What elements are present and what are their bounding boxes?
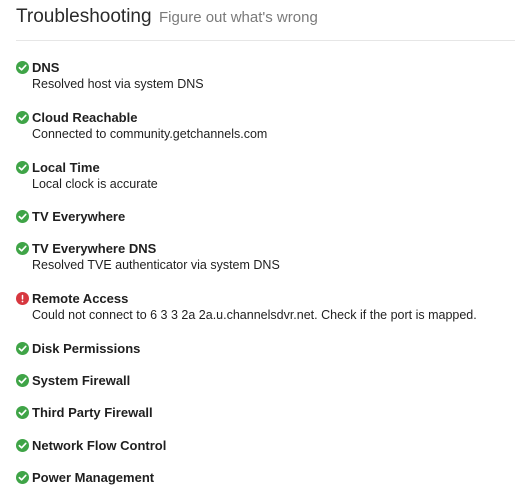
check-name: Third Party Firewall bbox=[32, 405, 153, 420]
check-circle-icon bbox=[16, 161, 29, 174]
check-detail: Local clock is accurate bbox=[32, 177, 158, 191]
check-detail: Could not connect to 6 3 3 2a 2a.u.chann… bbox=[32, 308, 477, 322]
check-name: Power Management bbox=[32, 470, 155, 485]
check-circle-icon bbox=[16, 111, 29, 124]
check-circle-icon bbox=[16, 406, 29, 419]
page-title: Troubleshooting bbox=[16, 6, 152, 27]
check-name: Disk Permissions bbox=[32, 341, 141, 356]
page-subtitle: Figure out what's wrong bbox=[159, 9, 318, 26]
check-name: Cloud Reachable bbox=[32, 110, 138, 125]
check-name: System Firewall bbox=[32, 373, 131, 388]
check-circle-icon bbox=[16, 210, 29, 223]
check-name: Remote Access bbox=[32, 291, 129, 306]
check-name: Local Time bbox=[32, 160, 100, 175]
check-name: Network Flow Control bbox=[32, 438, 167, 453]
check-name: DNS bbox=[32, 60, 60, 75]
check-circle-icon bbox=[16, 439, 29, 452]
page-header: Troubleshooting Figure out what's wrong bbox=[16, 6, 318, 28]
check-detail: Resolved TVE authenticator via system DN… bbox=[32, 258, 280, 272]
check-circle-icon bbox=[16, 471, 29, 484]
check-circle-icon bbox=[16, 374, 29, 387]
header-divider bbox=[16, 40, 515, 41]
check-name: TV Everywhere DNS bbox=[32, 241, 157, 256]
check-circle-icon bbox=[16, 342, 29, 355]
check-circle-icon bbox=[16, 242, 29, 255]
check-name: TV Everywhere bbox=[32, 209, 126, 224]
check-detail: Connected to community.getchannels.com bbox=[32, 127, 268, 141]
check-circle-icon bbox=[16, 61, 29, 74]
check-detail: Resolved host via system DNS bbox=[32, 77, 204, 91]
error-circle-icon bbox=[16, 292, 29, 305]
troubleshooting-panel: Troubleshooting Figure out what's wrong … bbox=[0, 0, 515, 500]
